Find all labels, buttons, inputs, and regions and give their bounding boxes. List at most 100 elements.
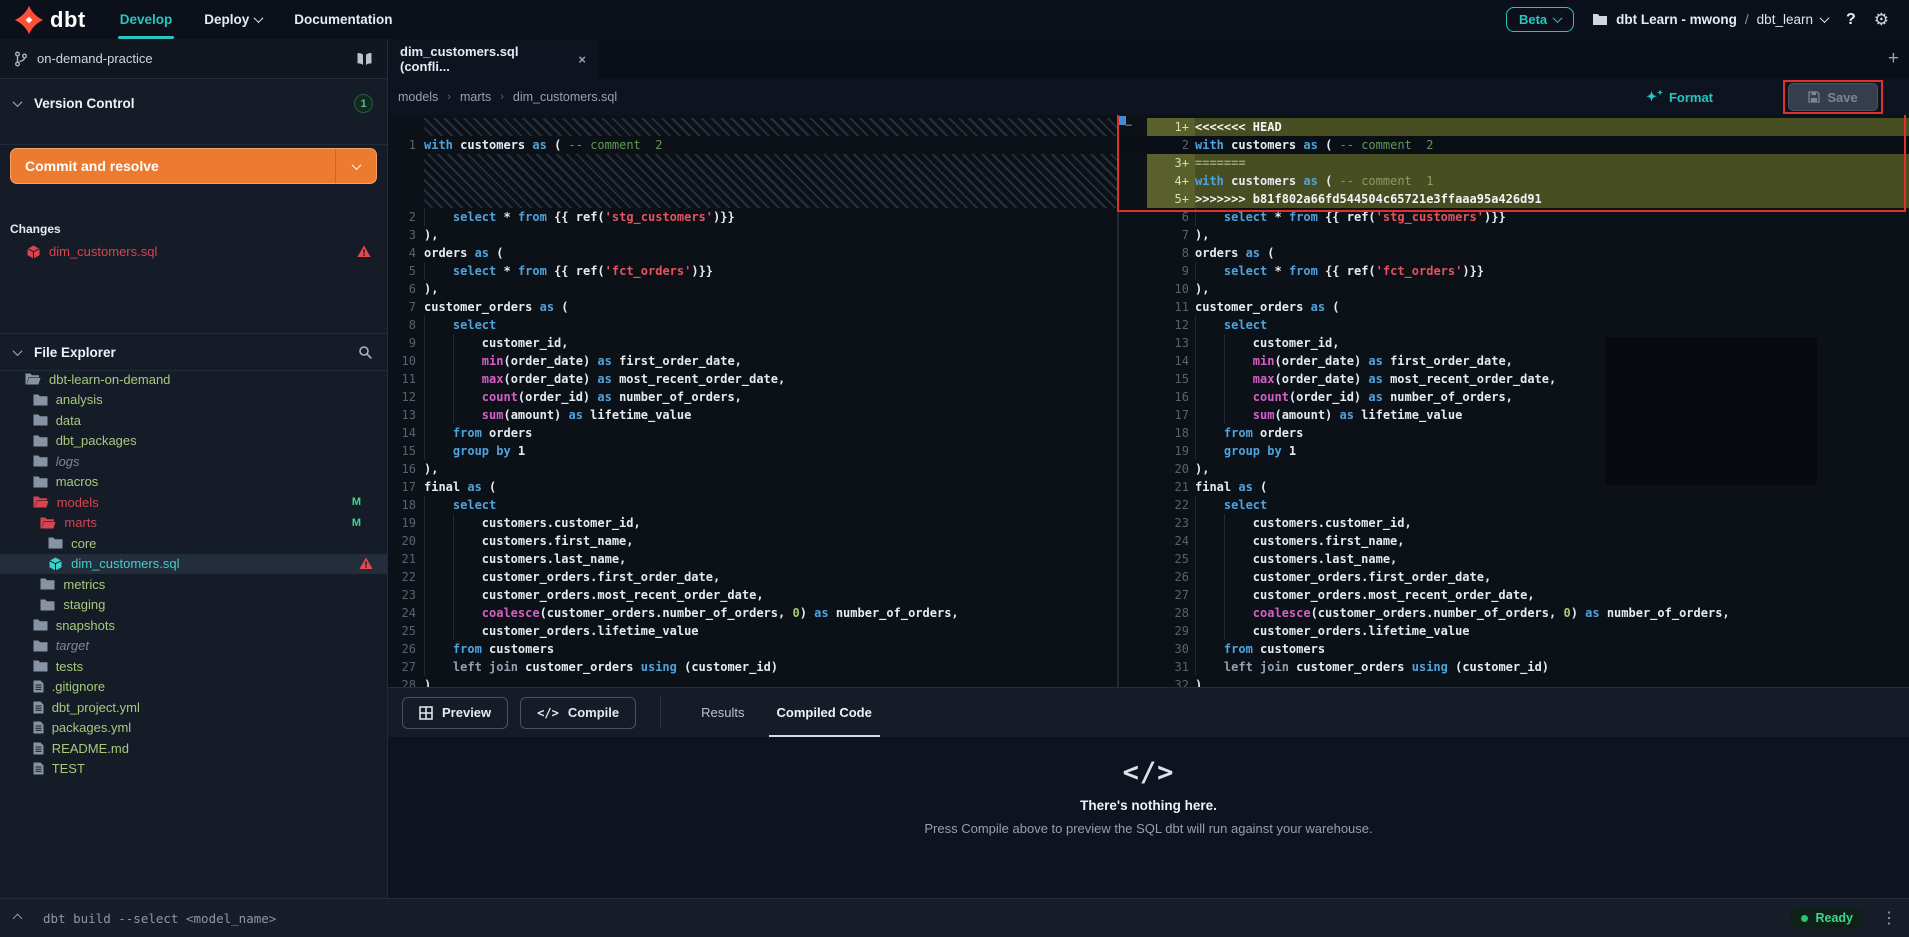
code-line-3[interactable]: 3), xyxy=(388,226,1117,244)
chevron-up-icon[interactable] xyxy=(14,909,21,927)
code-line-6[interactable]: 6select * from {{ ref('stg_customers')}} xyxy=(1119,208,1909,226)
tree-item-dbt-project-yml[interactable]: dbt_project.yml xyxy=(0,697,387,718)
code-line-9[interactable]: 9customer_id, xyxy=(388,334,1117,352)
compile-button[interactable]: </> Compile xyxy=(520,697,636,729)
file-search-icon[interactable] xyxy=(358,345,373,360)
code-line-1[interactable]: −1+<<<<<<< HEAD xyxy=(1119,118,1909,136)
code-line-6[interactable]: 6), xyxy=(388,280,1117,298)
code-line-24[interactable]: 24coalesce(customer_orders.number_of_ord… xyxy=(388,604,1117,622)
fold-minus-icon[interactable]: − xyxy=(1125,116,1132,134)
code-line-7[interactable]: 7customer_orders as ( xyxy=(388,298,1117,316)
code-line-2[interactable]: 2with customers as ( -- comment 2 xyxy=(1119,136,1909,154)
code-line-4[interactable]: 4orders as ( xyxy=(388,244,1117,262)
tree-item-dbt-packages[interactable]: dbt_packages xyxy=(0,431,387,452)
code-line-28[interactable]: 28coalesce(customer_orders.number_of_ord… xyxy=(1119,604,1909,622)
new-tab-button[interactable]: + xyxy=(1888,39,1899,79)
code-line-22[interactable]: 22customer_orders.first_order_date, xyxy=(388,568,1117,586)
code-line-12[interactable]: 12count(order_id) as number_of_orders, xyxy=(388,388,1117,406)
save-button[interactable]: Save xyxy=(1788,83,1878,111)
code-line-15[interactable]: 15group by 1 xyxy=(388,442,1117,460)
close-icon[interactable]: × xyxy=(578,52,586,67)
code-line-12[interactable]: 12select xyxy=(1119,316,1909,334)
code-line-25[interactable]: 25customer_orders.lifetime_value xyxy=(388,622,1117,640)
code-line-8[interactable]: 8select xyxy=(388,316,1117,334)
tree-item-analysis[interactable]: analysis xyxy=(0,390,387,411)
code-line-27[interactable]: 27left join customer_orders using (custo… xyxy=(388,658,1117,676)
code-line-5[interactable]: 5+>>>>>>> b81f802a66fd544504c65721e3ffaa… xyxy=(1119,190,1909,208)
commit-and-resolve-button[interactable]: Commit and resolve xyxy=(10,148,377,184)
code-line-25[interactable]: 25customers.last_name, xyxy=(1119,550,1909,568)
code-line-17[interactable]: 17final as ( xyxy=(388,478,1117,496)
tree-item-data[interactable]: data xyxy=(0,410,387,431)
code-line-32[interactable]: 32) xyxy=(1119,676,1909,687)
tree-item--gitignore[interactable]: .gitignore xyxy=(0,677,387,698)
tree-item-readme-md[interactable]: README.md xyxy=(0,738,387,759)
code-line-18[interactable]: 18select xyxy=(388,496,1117,514)
code-line-11[interactable]: 11max(order_date) as most_recent_order_d… xyxy=(388,370,1117,388)
tree-item-metrics[interactable]: metrics xyxy=(0,574,387,595)
code-line-7[interactable]: 7), xyxy=(1119,226,1909,244)
nav-documentation[interactable]: Documentation xyxy=(278,0,408,39)
code-line-26[interactable]: 26from customers xyxy=(388,640,1117,658)
code-line-26[interactable]: 26customer_orders.first_order_date, xyxy=(1119,568,1909,586)
gear-icon[interactable]: ⚙ xyxy=(1874,11,1889,28)
code-line-21[interactable]: 21customers.last_name, xyxy=(388,550,1117,568)
code-line-5[interactable]: 5select * from {{ ref('fct_orders')}} xyxy=(388,262,1117,280)
code-line-22[interactable]: 22select xyxy=(1119,496,1909,514)
tree-item-tests[interactable]: tests xyxy=(0,656,387,677)
tree-item-core[interactable]: core xyxy=(0,533,387,554)
dbt-logo[interactable]: dbt xyxy=(14,5,86,35)
tree-item-target[interactable]: target xyxy=(0,636,387,657)
tab-results[interactable]: Results xyxy=(685,688,760,738)
code-line-11[interactable]: 11customer_orders as ( xyxy=(1119,298,1909,316)
editor-pane-current[interactable]: 1with customers as ( -- comment 2 2select… xyxy=(388,115,1117,687)
tree-item-dim-customers-sql[interactable]: dim_customers.sql xyxy=(0,554,387,575)
code-line-27[interactable]: 27customer_orders.most_recent_order_date… xyxy=(1119,586,1909,604)
code-line-9[interactable]: 9select * from {{ ref('fct_orders')}} xyxy=(1119,262,1909,280)
tree-item-test[interactable]: TEST xyxy=(0,759,387,780)
tree-item-models[interactable]: modelsM xyxy=(0,492,387,513)
changed-file-row[interactable]: dim_customers.sql xyxy=(0,241,387,262)
commit-options-dropdown[interactable] xyxy=(336,163,376,170)
command-input[interactable]: dbt build --select <model_name> xyxy=(43,911,1789,926)
tree-item-macros[interactable]: macros xyxy=(0,472,387,493)
code-line-20[interactable]: 20customers.first_name, xyxy=(388,532,1117,550)
code-line-19[interactable]: 19customers.customer_id, xyxy=(388,514,1117,532)
code-line-1[interactable]: 1with customers as ( -- comment 2 xyxy=(388,136,1117,154)
code-line-30[interactable]: 30from customers xyxy=(1119,640,1909,658)
code-line-3[interactable]: 3+======= xyxy=(1119,154,1909,172)
tree-item-staging[interactable]: staging xyxy=(0,595,387,616)
code-line-23[interactable]: 23customer_orders.most_recent_order_date… xyxy=(388,586,1117,604)
tree-item-dbt-learn-on-demand[interactable]: dbt-learn-on-demand xyxy=(0,369,387,390)
tree-item-packages-yml[interactable]: packages.yml xyxy=(0,718,387,739)
changelog-book-icon[interactable] xyxy=(356,52,373,66)
code-line-23[interactable]: 23customers.customer_id, xyxy=(1119,514,1909,532)
preview-button[interactable]: Preview xyxy=(402,697,508,729)
breadcrumb-models[interactable]: models xyxy=(398,90,438,104)
code-line-10[interactable]: 10), xyxy=(1119,280,1909,298)
nav-deploy[interactable]: Deploy xyxy=(188,0,278,39)
format-button[interactable]: ✦✦ Format xyxy=(1646,89,1713,105)
nav-develop[interactable]: Develop xyxy=(104,0,189,39)
project-switcher[interactable]: dbt Learn - mwong / dbt_learn xyxy=(1592,12,1828,27)
code-line-4[interactable]: 4+with customers as ( -- comment 1 xyxy=(1119,172,1909,190)
breadcrumb-marts[interactable]: marts xyxy=(460,90,491,104)
tab-dim-customers[interactable]: dim_customers.sql (confli... × xyxy=(388,39,598,79)
kebab-menu-icon[interactable]: ⋮ xyxy=(1881,908,1897,928)
beta-dropdown[interactable]: Beta xyxy=(1506,7,1574,32)
code-line-24[interactable]: 24customers.first_name, xyxy=(1119,532,1909,550)
tab-compiled-code[interactable]: Compiled Code xyxy=(761,688,888,738)
code-line-8[interactable]: 8orders as ( xyxy=(1119,244,1909,262)
tree-item-logs[interactable]: logs xyxy=(0,451,387,472)
help-icon[interactable]: ? xyxy=(1846,11,1856,29)
code-line-14[interactable]: 14from orders xyxy=(388,424,1117,442)
tree-item-marts[interactable]: martsM xyxy=(0,513,387,534)
code-line-10[interactable]: 10min(order_date) as first_order_date, xyxy=(388,352,1117,370)
tree-item-snapshots[interactable]: snapshots xyxy=(0,615,387,636)
code-line-2[interactable]: 2select * from {{ ref('stg_customers')}} xyxy=(388,208,1117,226)
code-line-29[interactable]: 29customer_orders.lifetime_value xyxy=(1119,622,1909,640)
version-control-header[interactable]: Version Control 1 xyxy=(0,89,387,118)
code-line-31[interactable]: 31left join customer_orders using (custo… xyxy=(1119,658,1909,676)
breadcrumb-file[interactable]: dim_customers.sql xyxy=(513,90,617,104)
code-line-16[interactable]: 16), xyxy=(388,460,1117,478)
